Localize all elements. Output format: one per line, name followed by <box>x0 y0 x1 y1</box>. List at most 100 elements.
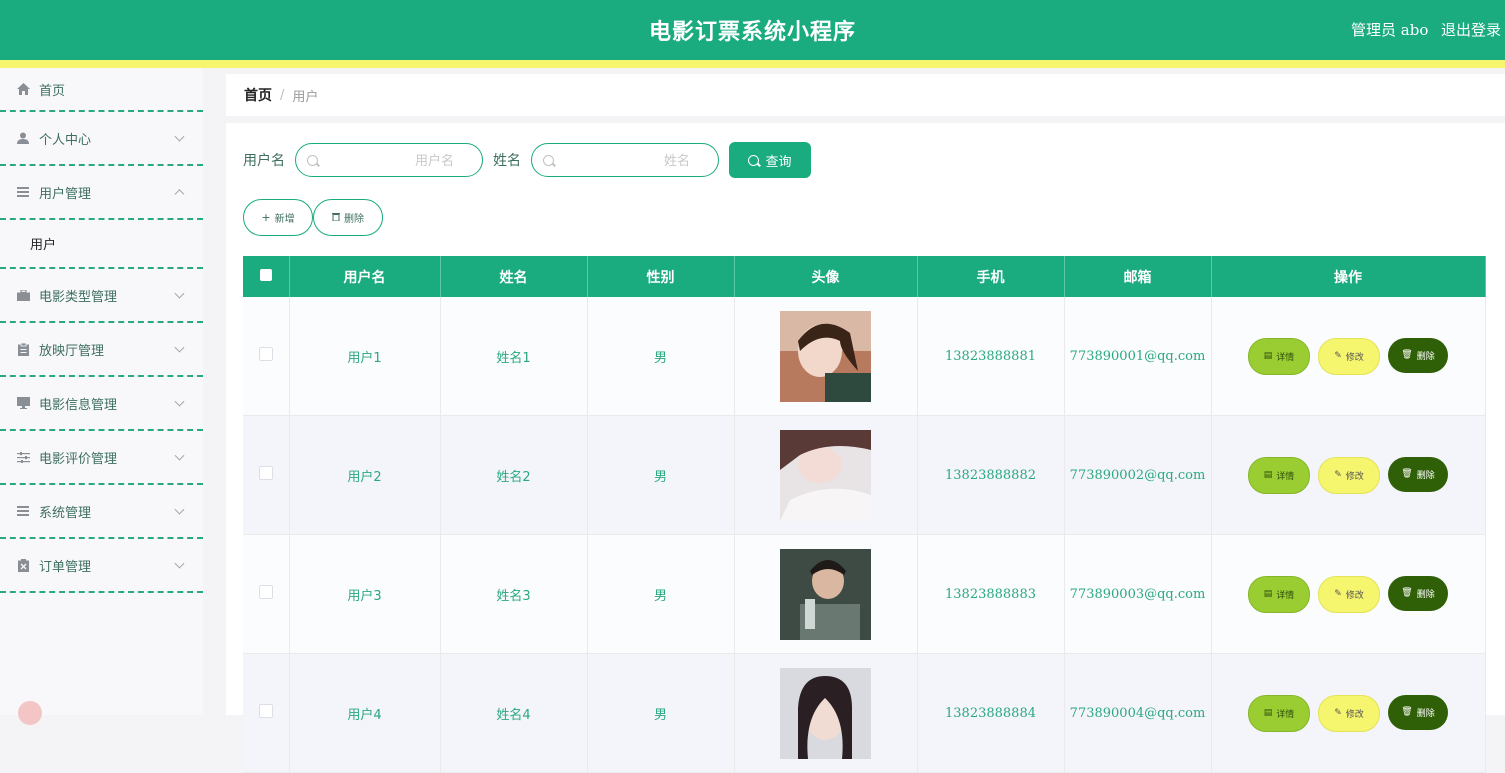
detail-button[interactable]: ▤ 详情 <box>1248 575 1310 613</box>
name-input[interactable] <box>532 144 718 176</box>
delete-label: 删除 <box>1416 708 1435 719</box>
name-cell: 姓名2 <box>440 415 588 535</box>
sidebar-item-home[interactable]: 首页 <box>0 68 203 112</box>
phone-cell: 13823888881 <box>917 297 1065 416</box>
pencil-icon: ✎ <box>1334 708 1342 718</box>
query-button-label: 查询 <box>765 154 792 170</box>
sidebar-item-movie-info[interactable]: 电影信息管理 <box>0 377 203 431</box>
username-input[interactable] <box>296 144 482 176</box>
operations-cell: ▤ 详情 ✎ 修改 🗑 删除 <box>1211 534 1486 654</box>
username-cell: 用户4 <box>289 653 441 773</box>
edit-button[interactable]: ✎ 修改 <box>1318 694 1380 732</box>
pencil-icon: ✎ <box>1334 470 1342 480</box>
edit-button[interactable]: ✎ 修改 <box>1318 337 1380 375</box>
edit-button[interactable]: ✎ 修改 <box>1318 456 1380 494</box>
delete-label: 删除 <box>1416 589 1435 600</box>
column-header: 操作 <box>1211 256 1486 297</box>
delete-button[interactable]: 🗑 删除 <box>1388 694 1448 730</box>
batch-delete-button[interactable]: 删除 <box>313 199 383 236</box>
search-icon <box>307 155 318 166</box>
add-button[interactable]: + 新增 <box>243 199 313 236</box>
table-row: 用户3 姓名3 男 13823888883 773890003@qq.com ▤… <box>243 534 1486 654</box>
pencil-icon: ✎ <box>1334 351 1342 361</box>
avatar-cell <box>734 534 918 654</box>
column-header: 邮箱 <box>1064 256 1212 297</box>
table-row: 用户4 姓名4 男 13823888884 773890004@qq.com ▤… <box>243 653 1486 773</box>
row-checkbox[interactable] <box>258 466 273 480</box>
avatar-photo[interactable] <box>780 548 871 640</box>
current-user: 管理员 abo <box>1351 21 1429 39</box>
breadcrumb: 首页 / 用户 <box>226 74 1505 116</box>
username-cell: 用户3 <box>289 534 441 654</box>
name-cell: 姓名3 <box>440 534 588 654</box>
avatar-photo[interactable] <box>780 429 871 521</box>
delete-button[interactable]: 🗑 删除 <box>1388 337 1448 373</box>
detail-label: 详情 <box>1276 709 1295 720</box>
column-header: 性别 <box>587 256 735 297</box>
edit-label: 修改 <box>1345 471 1364 482</box>
monitor-icon <box>16 396 30 410</box>
phone-cell: 13823888883 <box>917 534 1065 654</box>
query-button[interactable]: 查询 <box>729 142 811 178</box>
delete-label: 删除 <box>1416 351 1435 362</box>
edit-button[interactable]: ✎ 修改 <box>1318 575 1380 613</box>
chevron-down-icon <box>174 558 185 569</box>
document-icon: ▤ <box>1263 470 1273 480</box>
sidebar-item-users[interactable]: 用户管理 <box>0 166 203 220</box>
trash-icon <box>332 211 340 224</box>
header-stripe <box>0 60 1505 68</box>
select-all-checkbox[interactable] <box>259 268 272 281</box>
sidebar-item-label: 用户管理 <box>39 186 92 202</box>
clipboard-icon <box>16 342 30 356</box>
edit-label: 修改 <box>1345 709 1364 720</box>
edit-label: 修改 <box>1345 352 1364 363</box>
avatar-photo[interactable] <box>780 667 871 759</box>
home-icon <box>16 82 30 96</box>
logout-link[interactable]: 退出登录 <box>1441 19 1501 40</box>
row-checkbox[interactable] <box>258 347 273 361</box>
row-checkbox[interactable] <box>258 704 273 718</box>
detail-button[interactable]: ▤ 详情 <box>1248 456 1310 494</box>
username-search-field[interactable] <box>295 143 483 177</box>
column-header: 姓名 <box>440 256 588 297</box>
sidebar-item-movie-types[interactable]: 电影类型管理 <box>0 269 203 323</box>
sidebar-item-reviews[interactable]: 电影评价管理 <box>0 431 203 485</box>
batch-delete-label: 删除 <box>344 214 364 225</box>
trash-icon: 🗑 <box>1401 469 1413 479</box>
sidebar-item-label: 放映厅管理 <box>39 343 105 359</box>
list-icon <box>16 504 30 518</box>
sidebar-subitem-user[interactable]: 用户 <box>0 220 203 269</box>
avatar-cell <box>734 653 918 773</box>
delete-label: 删除 <box>1416 470 1435 481</box>
column-header: 头像 <box>734 256 918 297</box>
breadcrumb-separator: / <box>280 87 285 103</box>
chevron-down-icon <box>174 504 185 515</box>
sidebar-item-profile[interactable]: 个人中心 <box>0 112 203 166</box>
column-header: 手机 <box>917 256 1065 297</box>
sidebar-item-orders[interactable]: 订单管理 <box>0 539 203 593</box>
detail-button[interactable]: ▤ 详情 <box>1248 337 1310 375</box>
phone-cell: 13823888882 <box>917 415 1065 535</box>
select-all-cell[interactable] <box>243 256 290 297</box>
avatar-cell <box>734 297 918 416</box>
avatar-photo[interactable] <box>780 310 871 402</box>
delete-button[interactable]: 🗑 删除 <box>1388 456 1448 492</box>
breadcrumb-home[interactable]: 首页 <box>244 85 272 105</box>
sidebar-item-halls[interactable]: 放映厅管理 <box>0 323 203 377</box>
operations-cell: ▤ 详情 ✎ 修改 🗑 删除 <box>1211 297 1486 416</box>
sidebar-item-system[interactable]: 系统管理 <box>0 485 203 539</box>
operations-cell: ▤ 详情 ✎ 修改 🗑 删除 <box>1211 415 1486 535</box>
gender-cell: 男 <box>587 534 735 654</box>
name-search-field[interactable] <box>531 143 719 177</box>
row-checkbox[interactable] <box>258 585 273 599</box>
name-cell: 姓名1 <box>440 297 588 416</box>
sidebar-item-label: 电影评价管理 <box>39 451 118 467</box>
delete-button[interactable]: 🗑 删除 <box>1388 575 1448 611</box>
chevron-down-icon <box>174 131 185 142</box>
sidebar: 首页 个人中心 用户管理 用户 电影类型管理 放映厅管理 电影信息管理 电影评价… <box>0 68 203 725</box>
avatar <box>18 701 42 725</box>
detail-button[interactable]: ▤ 详情 <box>1248 694 1310 732</box>
detail-label: 详情 <box>1276 471 1295 482</box>
chevron-down-icon <box>174 342 185 353</box>
sidebar-item-label: 订单管理 <box>39 559 92 575</box>
